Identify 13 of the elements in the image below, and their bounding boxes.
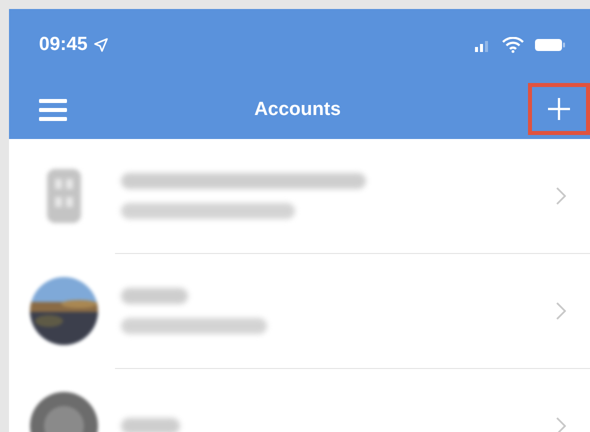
screen-title: Accounts [254, 99, 341, 121]
chevron-icon [556, 187, 566, 205]
add-button[interactable] [528, 83, 590, 135]
battery-icon [534, 38, 566, 52]
chevron-icon [556, 302, 566, 320]
menu-icon [39, 98, 67, 122]
wifi-icon [502, 37, 524, 53]
redacted-text [121, 418, 180, 432]
menu-button[interactable] [39, 98, 67, 122]
status-time: 09:45 [39, 34, 108, 56]
chevron-icon [556, 417, 566, 432]
redacted-text [121, 288, 188, 304]
plus-icon [546, 97, 571, 121]
